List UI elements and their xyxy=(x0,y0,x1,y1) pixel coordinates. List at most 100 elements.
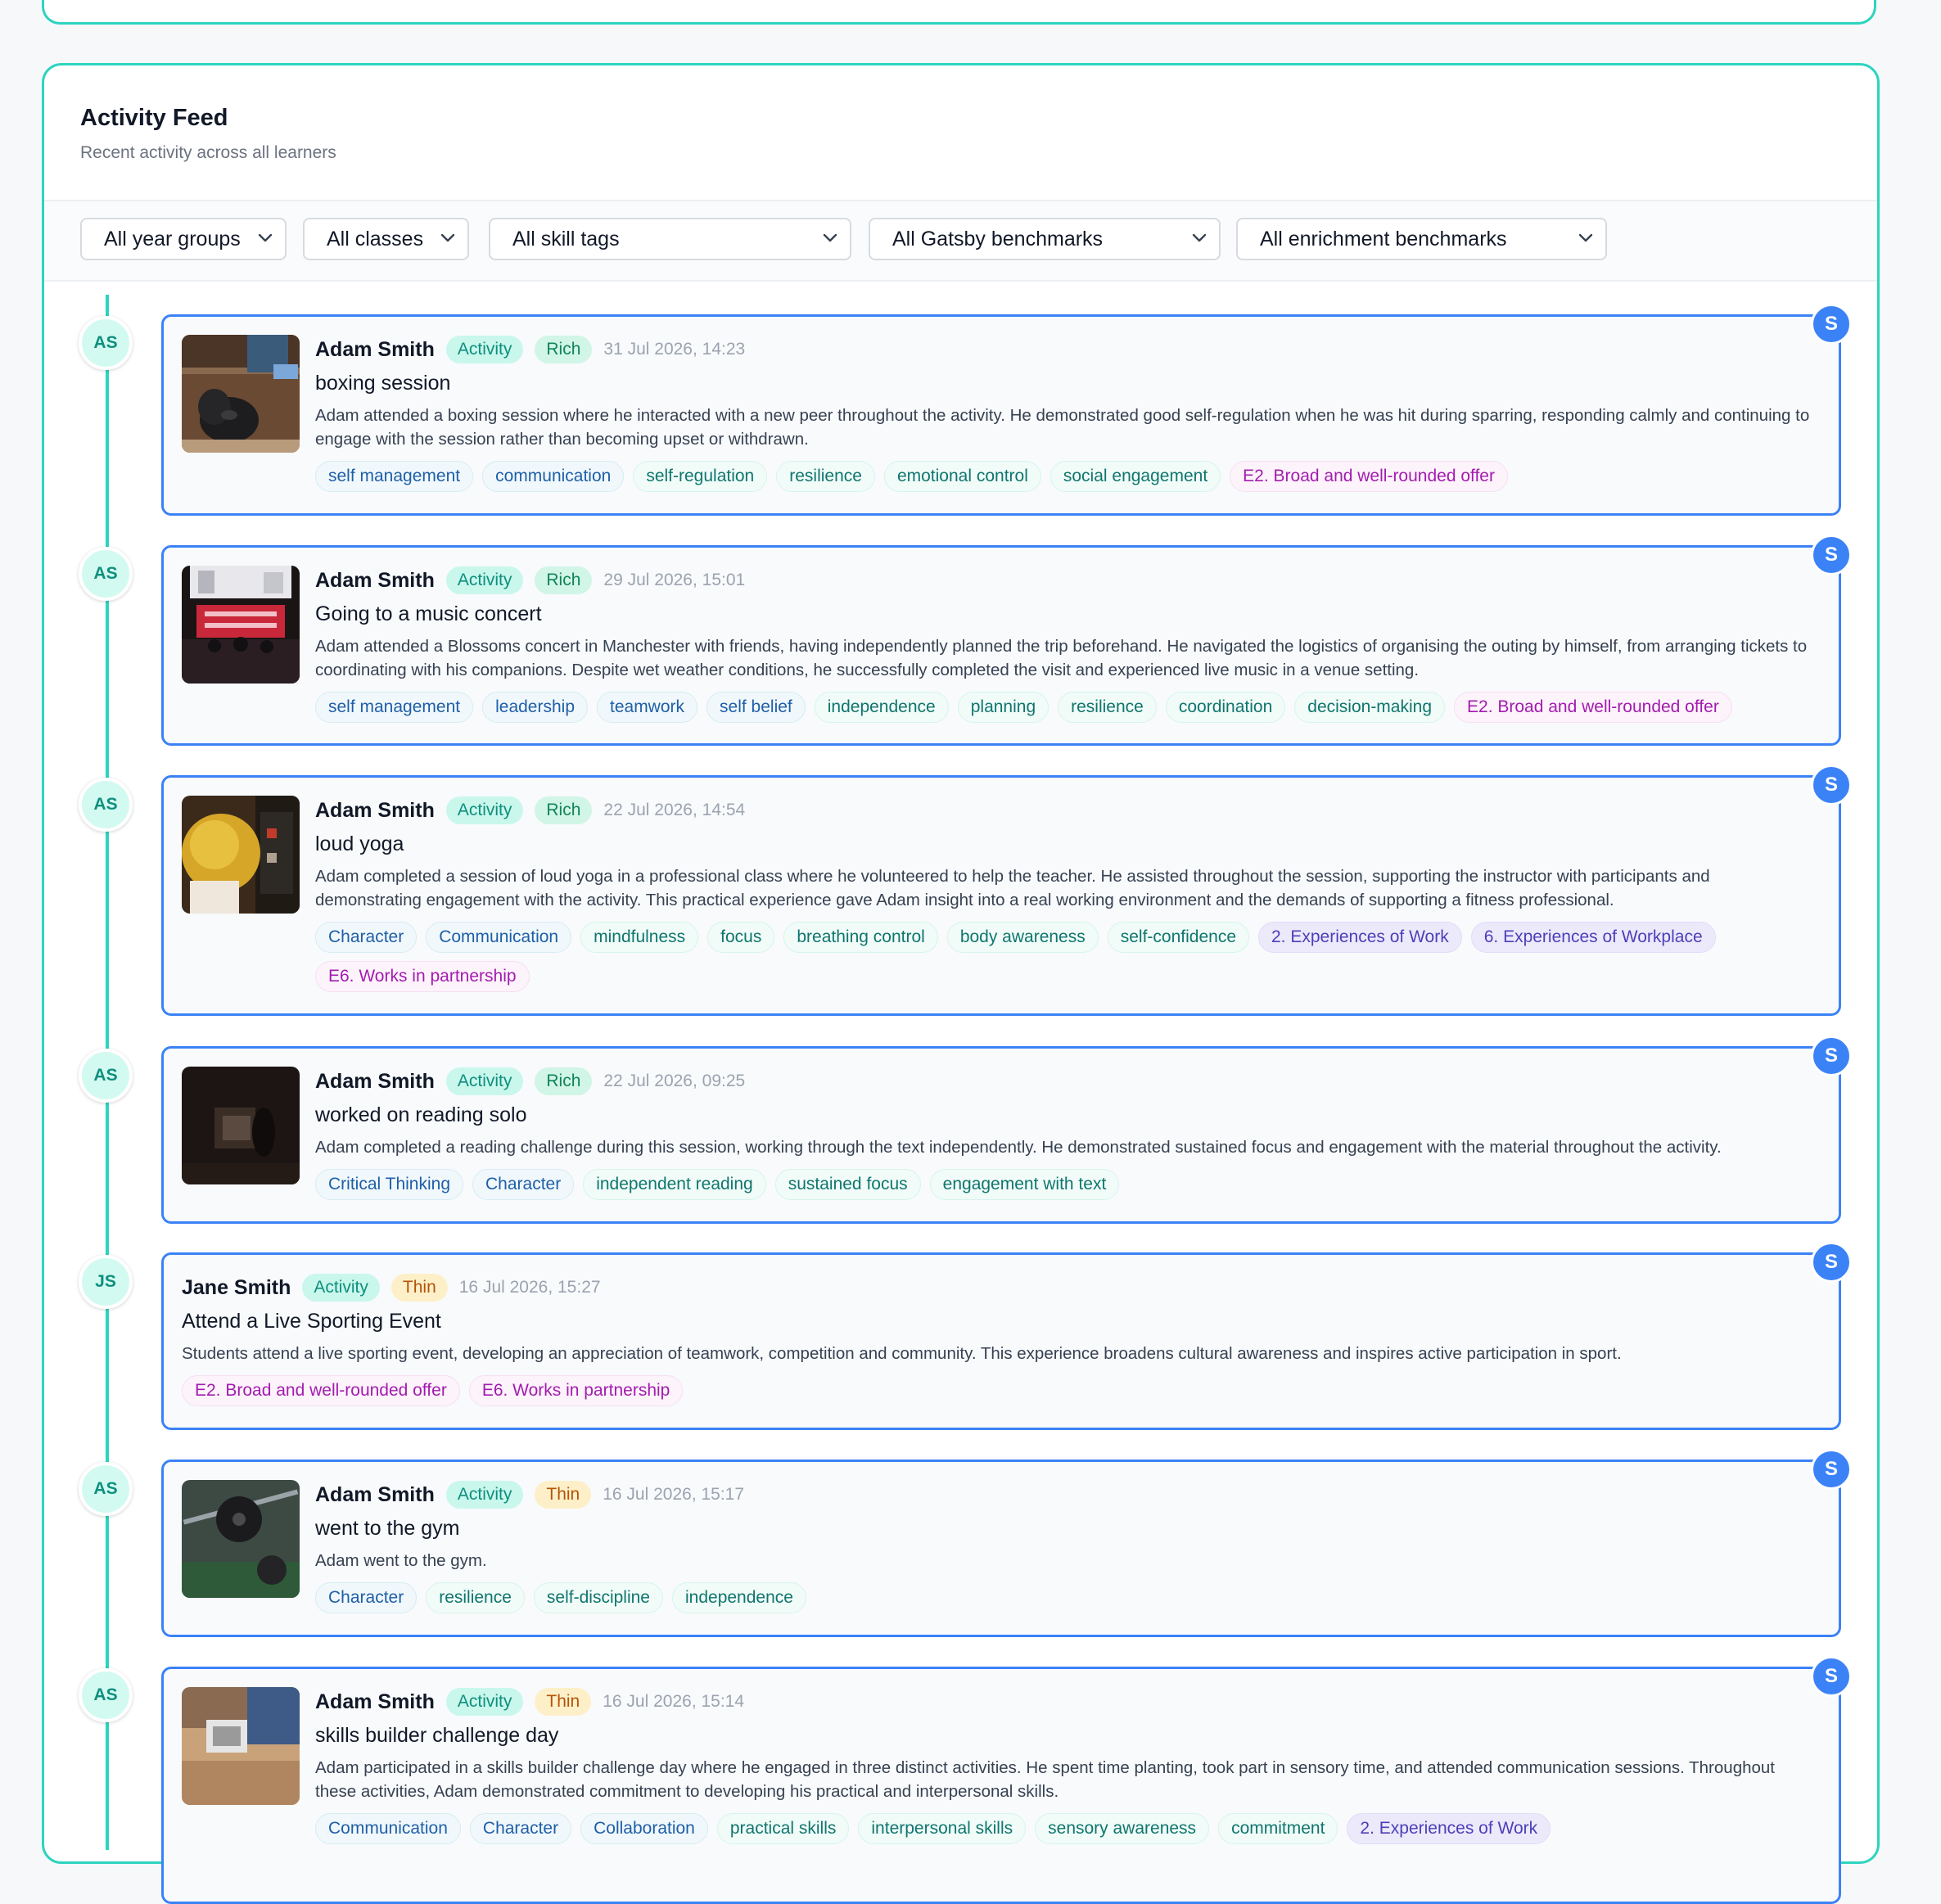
tag[interactable]: communication xyxy=(482,461,625,492)
status-badge[interactable]: S xyxy=(1811,1656,1852,1697)
tag[interactable]: Communication xyxy=(315,1813,461,1844)
enrichment-filter[interactable]: All enrichment benchmarks xyxy=(1236,218,1607,260)
year-group-filter[interactable]: All year groups xyxy=(80,218,287,260)
tag[interactable]: planning xyxy=(957,692,1049,723)
tag[interactable]: sustained focus xyxy=(774,1169,921,1200)
tag[interactable]: resilience xyxy=(776,461,875,492)
gatsby-tag[interactable]: 2. Experiences of Work xyxy=(1347,1813,1551,1844)
tag[interactable]: independence xyxy=(814,692,949,723)
tag[interactable]: emotional control xyxy=(883,461,1041,492)
tag[interactable]: teamwork xyxy=(597,692,698,723)
feed-subtitle: Recent activity across all learners xyxy=(80,143,336,162)
tag[interactable]: self belief xyxy=(706,692,806,723)
status-badge[interactable]: S xyxy=(1811,1449,1852,1490)
skill-tag-filter[interactable]: All skill tags xyxy=(489,218,851,260)
class-filter-label: All classes xyxy=(327,228,424,250)
tag[interactable]: sensory awareness xyxy=(1035,1813,1210,1844)
status-badge[interactable]: S xyxy=(1811,765,1852,805)
timestamp: 16 Jul 2026, 15:27 xyxy=(458,1278,601,1297)
year-group-filter-label: All year groups xyxy=(104,228,241,250)
status-badge[interactable]: S xyxy=(1811,1035,1852,1076)
skill-tag-filter-label: All skill tags xyxy=(512,228,620,250)
tag[interactable]: independent reading xyxy=(583,1169,766,1200)
status-badge[interactable]: S xyxy=(1811,535,1852,575)
timestamp: 16 Jul 2026, 15:14 xyxy=(603,1692,745,1711)
tag[interactable]: self management xyxy=(315,461,474,492)
enrichment-tag[interactable]: E2. Broad and well-rounded offer xyxy=(1454,692,1732,723)
quality-badge: Thin xyxy=(535,1481,592,1509)
learner-name[interactable]: Jane Smith xyxy=(182,1276,291,1300)
activity-title: Going to a music concert xyxy=(315,602,542,625)
learner-name[interactable]: Adam Smith xyxy=(315,1070,435,1094)
gatsby-tag[interactable]: 6. Experiences of Workplace xyxy=(1470,922,1716,953)
activity-card[interactable]: Adam Smith Activity Rich 29 Jul 2026, 15… xyxy=(161,535,1852,746)
type-badge: Activity xyxy=(445,1688,524,1716)
quality-badge: Thin xyxy=(535,1688,592,1716)
avatar: AS xyxy=(79,316,133,370)
type-badge: Activity xyxy=(445,336,524,363)
activity-card[interactable]: Adam Smith Activity Thin 16 Jul 2026, 15… xyxy=(161,1656,1852,1904)
chevron-down-icon xyxy=(1192,233,1207,242)
activity-card[interactable]: Adam Smith Activity Rich 22 Jul 2026, 14… xyxy=(161,765,1852,1016)
tag[interactable]: breathing control xyxy=(783,922,938,953)
gatsby-filter[interactable]: All Gatsby benchmarks xyxy=(869,218,1221,260)
tag[interactable]: decision-making xyxy=(1294,692,1446,723)
tag[interactable]: practical skills xyxy=(716,1813,850,1844)
learner-name[interactable]: Adam Smith xyxy=(315,1690,435,1714)
learner-name[interactable]: Adam Smith xyxy=(315,338,435,362)
enrichment-tag[interactable]: E2. Broad and well-rounded offer xyxy=(182,1375,460,1406)
gym-weights-photo xyxy=(182,1480,300,1598)
tag[interactable]: self-confidence xyxy=(1107,922,1249,953)
enrichment-tag[interactable]: E6. Works in partnership xyxy=(315,961,530,992)
tag[interactable]: interpersonal skills xyxy=(858,1813,1027,1844)
tag[interactable]: Communication xyxy=(426,922,572,953)
activity-card[interactable]: Jane Smith Activity Thin 16 Jul 2026, 15… xyxy=(161,1242,1852,1430)
learner-name[interactable]: Adam Smith xyxy=(315,1483,435,1507)
tag[interactable]: focus xyxy=(707,922,775,953)
status-badge[interactable]: S xyxy=(1811,304,1852,345)
tag[interactable]: self management xyxy=(315,692,474,723)
activity-card[interactable]: Adam Smith Activity Rich 22 Jul 2026, 09… xyxy=(161,1035,1852,1224)
tag[interactable]: commitment xyxy=(1218,1813,1338,1844)
activity-title: loud yoga xyxy=(315,832,404,855)
tag[interactable]: independence xyxy=(671,1582,806,1613)
timestamp: 29 Jul 2026, 15:01 xyxy=(603,571,746,589)
tag[interactable]: Character xyxy=(315,1582,418,1613)
tag[interactable]: mindfulness xyxy=(580,922,699,953)
chevron-down-icon xyxy=(258,233,273,242)
tag[interactable]: leadership xyxy=(482,692,588,723)
tag[interactable]: self-discipline xyxy=(533,1582,663,1613)
tag[interactable]: coordination xyxy=(1165,692,1286,723)
type-badge: Activity xyxy=(445,566,524,594)
tag[interactable]: Character xyxy=(472,1169,575,1200)
chevron-down-icon xyxy=(823,233,837,242)
tag-list: self management communication self-regul… xyxy=(315,461,1814,500)
tag[interactable]: social engagement xyxy=(1049,461,1221,492)
class-filter[interactable]: All classes xyxy=(303,218,469,260)
gatsby-tag[interactable]: 2. Experiences of Work xyxy=(1258,922,1462,953)
tag[interactable]: Character xyxy=(469,1813,572,1844)
activity-title: skills builder challenge day xyxy=(315,1724,559,1747)
learner-name[interactable]: Adam Smith xyxy=(315,799,435,823)
tag[interactable]: self-regulation xyxy=(633,461,768,492)
enrichment-tag[interactable]: E2. Broad and well-rounded offer xyxy=(1230,461,1508,492)
activity-card[interactable]: Adam Smith Activity Rich 31 Jul 2026, 14… xyxy=(161,304,1852,516)
tag[interactable]: Collaboration xyxy=(580,1813,708,1844)
tag[interactable]: engagement with text xyxy=(929,1169,1120,1200)
top-panel xyxy=(42,0,1876,25)
activity-card[interactable]: Adam Smith Activity Thin 16 Jul 2026, 15… xyxy=(161,1449,1852,1637)
tag[interactable]: resilience xyxy=(1058,692,1157,723)
enrichment-tag[interactable]: E6. Works in partnership xyxy=(468,1375,684,1406)
status-badge[interactable]: S xyxy=(1811,1242,1852,1283)
tag[interactable]: Character xyxy=(315,922,418,953)
avatar: JS xyxy=(79,1255,133,1309)
activity-title: worked on reading solo xyxy=(315,1103,527,1126)
activity-description: Students attend a live sporting event, d… xyxy=(182,1344,1622,1363)
quality-badge: Rich xyxy=(535,796,593,824)
activity-description: Adam went to the gym. xyxy=(315,1551,487,1570)
learner-name[interactable]: Adam Smith xyxy=(315,569,435,593)
activity-title: went to the gym xyxy=(315,1517,460,1540)
tag[interactable]: Critical Thinking xyxy=(315,1169,463,1200)
tag[interactable]: resilience xyxy=(426,1582,525,1613)
tag[interactable]: body awareness xyxy=(946,922,1099,953)
